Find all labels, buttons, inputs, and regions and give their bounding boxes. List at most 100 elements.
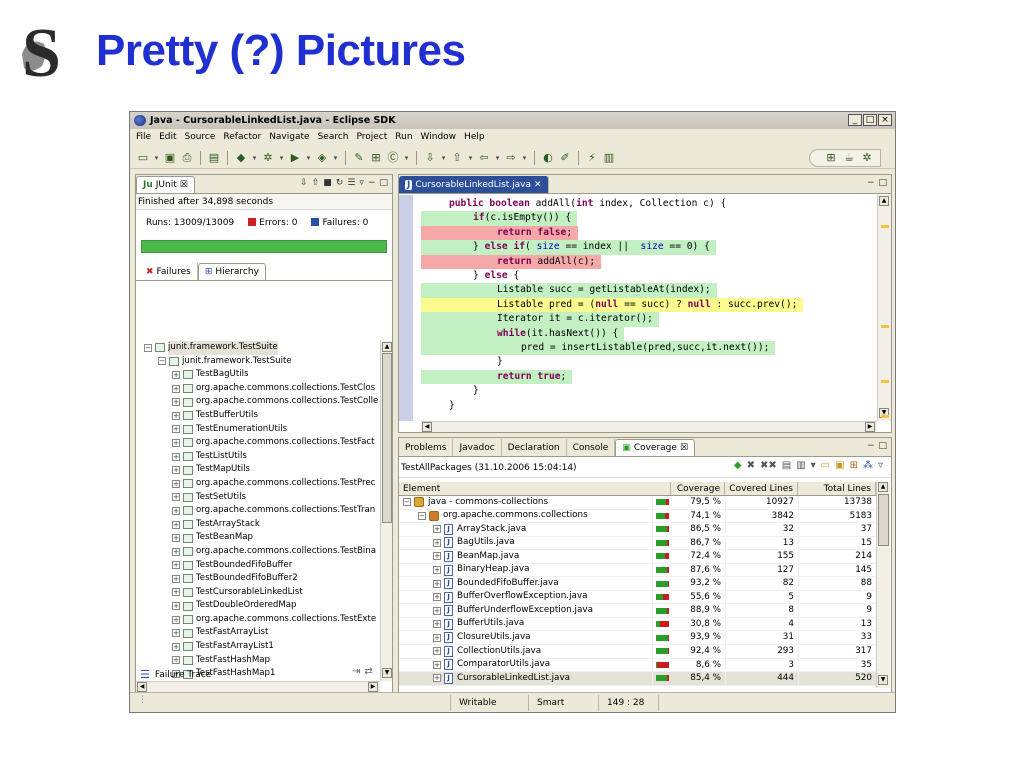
back-icon[interactable]: ⇦	[477, 151, 491, 165]
test-tree-item[interactable]: − junit.framework.TestSuite	[136, 341, 380, 355]
coverage-row[interactable]: + J ComparatorUtils.java 8,6 % 3 35	[399, 658, 876, 673]
code-line[interactable]: return false;	[421, 225, 579, 241]
close-button[interactable]: ×	[878, 114, 892, 126]
test-tree-item[interactable]: + org.apache.commons.collections.TestColl…	[136, 395, 380, 409]
test-tree-item[interactable]: + TestMapUtils	[136, 463, 380, 477]
expand-icon[interactable]: +	[172, 520, 180, 529]
coverage-dropdown-icon[interactable]: ▾	[251, 151, 258, 165]
pencil-icon[interactable]: ✐	[558, 151, 572, 165]
menu-run[interactable]: Run	[395, 132, 412, 142]
expand-icon[interactable]: +	[172, 506, 180, 515]
scroll-right-icon[interactable]: ▶	[368, 682, 378, 692]
code-line[interactable]: }	[497, 355, 503, 369]
code-scroll-right-icon[interactable]: ▶	[865, 422, 875, 432]
remove-session-icon[interactable]: ✖	[747, 460, 755, 471]
overview-marker[interactable]	[881, 225, 889, 228]
session-dropdown-icon[interactable]: ▾	[811, 460, 816, 471]
coverage-scroll-up-icon[interactable]: ▲	[878, 482, 888, 492]
coverage-row[interactable]: + J BoundedFifoBuffer.java 93,2 % 82 88	[399, 577, 876, 591]
tab-javadoc[interactable]: Javadoc	[453, 439, 502, 456]
header-covered-lines[interactable]: Covered Lines	[725, 482, 798, 495]
show-packages-icon[interactable]: ▣	[835, 460, 844, 471]
filter-trace-icon[interactable]: ⇥	[352, 666, 360, 677]
expand-icon[interactable]: +	[433, 566, 441, 574]
prev-failure-icon[interactable]: ⇧	[312, 178, 320, 188]
close-tab-icon[interactable]: ☒	[180, 180, 188, 190]
test-tree-item[interactable]: + TestBagUtils	[136, 368, 380, 382]
test-tree-item[interactable]: + org.apache.commons.collections.TestBina	[136, 545, 380, 559]
new-icon[interactable]: ▭	[136, 151, 150, 165]
relaunch-icon[interactable]: ◆	[734, 460, 742, 471]
expand-icon[interactable]: +	[172, 574, 180, 583]
coverage-view-menu-icon[interactable]: ▿	[878, 460, 883, 471]
menu-project[interactable]: Project	[356, 132, 387, 142]
maximize-view-icon[interactable]: □	[379, 178, 388, 188]
compare-icon[interactable]: ⇄	[364, 666, 372, 677]
code-line[interactable]: while(it.hasNext()) {	[421, 326, 625, 341]
coverage-row[interactable]: + J ClosureUtils.java 93,9 % 31 33	[399, 631, 876, 646]
merge-icon[interactable]: ▤	[782, 460, 791, 471]
tab-declaration[interactable]: Declaration	[502, 439, 567, 456]
minimize-coverage-icon[interactable]: −	[867, 441, 875, 451]
scroll-left-icon[interactable]: ◀	[137, 682, 147, 692]
java-perspective-icon[interactable]: ☕	[842, 151, 856, 165]
external-tools-icon[interactable]: ◈	[315, 151, 329, 165]
remove-all-icon[interactable]: ✖✖	[760, 460, 777, 471]
code-horizontal-scrollbar[interactable]: ◀ ▶	[421, 421, 877, 432]
tab-console[interactable]: Console	[567, 439, 616, 456]
code-line[interactable]: }	[449, 399, 455, 413]
code-line[interactable]: public boolean addAll(int index, Collect…	[449, 197, 726, 211]
coverage-row[interactable]: + J BeanMap.java 72,4 % 155 214	[399, 550, 876, 564]
coverage-row[interactable]: + J BufferOverflowException.java 55,6 % 5 9	[399, 590, 876, 605]
expand-icon[interactable]: +	[433, 606, 441, 615]
code-area[interactable]: public boolean addAll(int index, Collect…	[399, 195, 877, 421]
expand-icon[interactable]: +	[172, 602, 180, 611]
monitor-icon[interactable]: ▥	[602, 151, 616, 165]
coverage-row[interactable]: + J BufferUtils.java 30,8 % 4 13	[399, 617, 876, 632]
tab-cursorablelinkedlist[interactable]: J CursorableLinkedList.java ✕	[399, 176, 549, 193]
expand-icon[interactable]: +	[433, 633, 441, 642]
expand-icon[interactable]: +	[172, 534, 180, 543]
code-scroll-left-icon[interactable]: ◀	[422, 422, 432, 432]
build-icon[interactable]: ▤	[207, 151, 221, 165]
select-session-icon[interactable]: ▥	[796, 460, 805, 471]
code-line[interactable]: }	[473, 384, 479, 398]
tab-junit[interactable]: Ju JUnit ☒	[136, 176, 195, 193]
next-annotation-dropdown-icon[interactable]: ▾	[440, 151, 447, 165]
debug-dropdown-icon[interactable]: ▾	[278, 151, 285, 165]
minimize-button[interactable]: _	[848, 114, 862, 126]
collapse-icon[interactable]: −	[158, 357, 166, 366]
code-line[interactable]: } else if( size == index || size == 0) {	[421, 240, 716, 255]
expand-icon[interactable]: +	[433, 620, 441, 629]
new-java-project-icon[interactable]: ✎	[352, 151, 366, 165]
coverage-scroll-thumb[interactable]	[878, 494, 889, 546]
coverage-row[interactable]: + J CursorableLinkedList.java 85,4 % 444 520	[399, 672, 876, 686]
expand-icon[interactable]: +	[433, 552, 441, 561]
menu-help[interactable]: Help	[464, 132, 485, 142]
scroll-up-icon[interactable]: ▲	[382, 342, 392, 352]
debug-perspective-icon[interactable]: ✲	[860, 151, 874, 165]
forward-dropdown-icon[interactable]: ▾	[521, 151, 528, 165]
expand-icon[interactable]: +	[433, 525, 441, 534]
expand-icon[interactable]: +	[172, 479, 180, 488]
test-tree-item[interactable]: + org.apache.commons.collections.TestTran	[136, 504, 380, 518]
menu-edit[interactable]: Edit	[159, 132, 176, 142]
run-icon[interactable]: ▶	[288, 151, 302, 165]
rerun-icon[interactable]: ↻	[336, 178, 344, 188]
new-dropdown-icon[interactable]: ▾	[153, 151, 160, 165]
expand-icon[interactable]: +	[172, 452, 180, 461]
external-dropdown-icon[interactable]: ▾	[332, 151, 339, 165]
overview-marker[interactable]	[881, 415, 889, 418]
show-types-icon[interactable]: ⊞	[850, 460, 858, 471]
overview-marker[interactable]	[881, 380, 889, 383]
minimize-editor-icon[interactable]: −	[867, 178, 875, 188]
collapse-icon[interactable]: −	[418, 511, 426, 520]
expand-icon[interactable]: +	[433, 647, 441, 656]
expand-icon[interactable]: +	[433, 593, 441, 602]
code-line[interactable]: Listable pred = (null == succ) ? null : …	[421, 297, 804, 313]
expand-icon[interactable]: +	[172, 629, 180, 638]
test-tree-item[interactable]: + org.apache.commons.collections.TestPrec	[136, 477, 380, 491]
minimize-view-icon[interactable]: −	[368, 178, 376, 188]
new-package-icon[interactable]: ⊞	[369, 151, 383, 165]
expand-icon[interactable]: +	[172, 384, 180, 393]
